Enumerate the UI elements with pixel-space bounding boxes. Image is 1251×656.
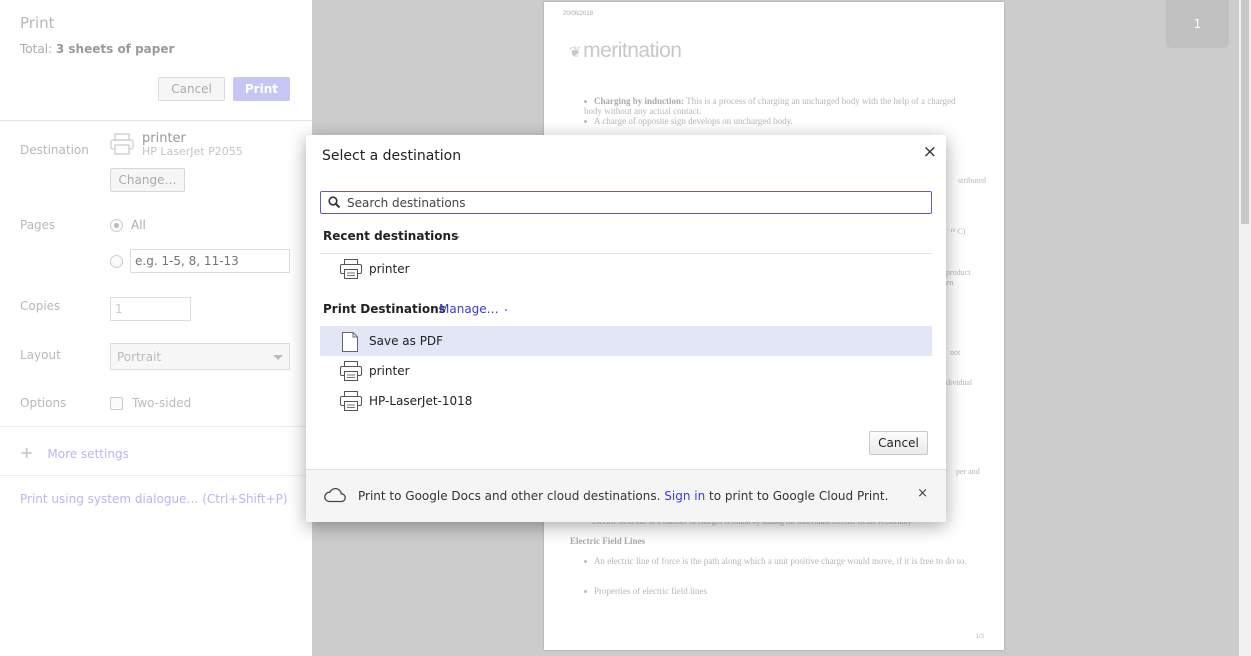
bullet-dot	[584, 560, 587, 564]
pages-range-input[interactable]	[130, 249, 290, 273]
options-label: Options	[20, 396, 67, 410]
layout-select[interactable]: Portrait	[110, 343, 290, 370]
chevron-down-icon	[273, 355, 283, 360]
print-title: Print	[20, 14, 55, 32]
two-sided-label: Two-sided	[132, 396, 192, 410]
manage-link[interactable]: Manage…	[439, 302, 499, 316]
scrollbar-thumb[interactable]	[1241, 0, 1249, 224]
recent-destination-item[interactable]: printer	[320, 254, 932, 284]
print-header: Print Total: 3 sheets of paper Cancel Pr…	[0, 0, 312, 121]
search-icon	[328, 196, 341, 212]
printer-icon	[340, 361, 362, 384]
layout-value: Portrait	[117, 350, 162, 364]
search-destinations-input[interactable]	[347, 192, 927, 213]
destination-label: Save as PDF	[369, 334, 444, 348]
dialog-cancel-button[interactable]: Cancel	[869, 431, 928, 455]
leaf-icon: ❦	[569, 44, 582, 61]
spinner-dot	[505, 309, 507, 311]
page-bullet: A charge of opposite sign develops on un…	[584, 116, 974, 126]
divider	[0, 475, 312, 476]
system-dialog-link[interactable]: Print using system dialogue… (Ctrl+Shift…	[20, 492, 288, 506]
scrollbar[interactable]	[1239, 0, 1251, 656]
layout-label: Layout	[20, 348, 61, 362]
cloud-print-promo: Print to Google Docs and other cloud des…	[306, 469, 946, 522]
close-promo-button[interactable]: ×	[917, 486, 928, 501]
footer-text-after: to print to Google Cloud Print.	[705, 489, 889, 503]
bullet-dot	[584, 120, 587, 124]
destination-label: printer	[369, 262, 410, 276]
cancel-print-button[interactable]: Cancel	[158, 77, 225, 101]
dialog-title: Select a destination	[322, 148, 462, 164]
bullet-dot	[584, 100, 587, 104]
page-bullet: An electric line of force is the path al…	[584, 556, 974, 566]
logo-text: meritnation	[583, 39, 682, 62]
destination-name: printer	[142, 131, 186, 146]
more-settings-label: More settings	[47, 447, 129, 461]
cloud-icon	[324, 487, 346, 506]
divider	[0, 426, 312, 427]
destination-item-printer[interactable]: printer	[320, 356, 932, 386]
total-sheets: Total: 3 sheets of paper	[20, 42, 292, 56]
cloud-print-message: Print to Google Docs and other cloud des…	[358, 489, 888, 503]
footer-text-before: Print to Google Docs and other cloud des…	[358, 489, 665, 503]
print-destinations-heading: Print Destinations	[323, 302, 446, 316]
recent-destinations-heading: Recent destinations	[323, 229, 459, 243]
page-bullet: Charging by induction: This is a process…	[584, 96, 974, 116]
page-text-fragment: en	[946, 278, 954, 287]
page-bullet: Properties of electric field lines	[584, 586, 974, 596]
page-text-fragment: product	[946, 268, 971, 277]
total-value: 3 sheets of paper	[55, 42, 175, 56]
page-text-fragment: dividual	[946, 378, 973, 387]
printer-icon	[110, 133, 134, 158]
print-settings-panel: Print Total: 3 sheets of paper Cancel Pr…	[0, 0, 312, 656]
search-box[interactable]	[320, 191, 932, 214]
copies-input[interactable]	[110, 297, 191, 321]
printer-icon	[340, 391, 362, 414]
pages-all-radio[interactable]	[110, 219, 123, 232]
destination-label: HP-LaserJet-1018	[369, 394, 473, 408]
change-destination-button[interactable]: Change…	[110, 168, 185, 192]
select-destination-dialog: Select a destination × Recent destinatio…	[306, 135, 946, 522]
printer-icon	[340, 259, 362, 282]
total-prefix: Total:	[20, 42, 56, 56]
destination-label: Destination	[20, 143, 89, 157]
pages-label: Pages	[20, 218, 56, 232]
destination-label: printer	[369, 364, 410, 378]
more-settings-toggle[interactable]: + More settings	[20, 443, 129, 462]
page-text-fragment: ⁻¹⁹ C)	[946, 227, 966, 236]
destination-item-hp-laserjet-1018[interactable]: HP-LaserJet-1018	[320, 386, 932, 416]
destination-model: HP LaserJet P2055	[142, 145, 243, 158]
page-text-fragment: per and	[956, 467, 980, 476]
pages-custom-radio[interactable]	[110, 255, 123, 268]
page-text-fragment: stributed	[958, 176, 986, 185]
document-icon	[342, 332, 358, 355]
two-sided-checkbox[interactable]	[110, 397, 123, 410]
bullet-bold: Charging by induction:	[594, 96, 685, 106]
page-indicator[interactable]: 1	[1166, 0, 1229, 48]
close-dialog-button[interactable]: ×	[923, 142, 937, 162]
sign-in-link[interactable]: Sign in	[664, 489, 705, 503]
bullet-text: An electric line of force is the path al…	[594, 556, 967, 566]
header-buttons: Cancel Print	[158, 77, 290, 101]
page-text-fragment: not	[950, 348, 961, 357]
page-date: 20/08/2018	[563, 11, 594, 17]
bullet-text: Properties of electric field lines	[594, 586, 707, 596]
copies-label: Copies	[20, 299, 61, 313]
page-heading: Electric Field Lines	[570, 536, 645, 546]
meritnation-logo: ❦meritnation	[569, 39, 682, 63]
plus-icon: +	[20, 443, 34, 462]
bullet-text: A charge of opposite sign develops on un…	[594, 116, 793, 126]
destination-item-save-as-pdf[interactable]: Save as PDF	[320, 326, 932, 356]
pages-all-label: All	[131, 218, 146, 232]
print-button[interactable]: Print	[232, 77, 290, 101]
bullet-dot	[584, 590, 587, 594]
page-number: 1/3	[975, 634, 984, 640]
spinner-dot	[457, 236, 459, 238]
